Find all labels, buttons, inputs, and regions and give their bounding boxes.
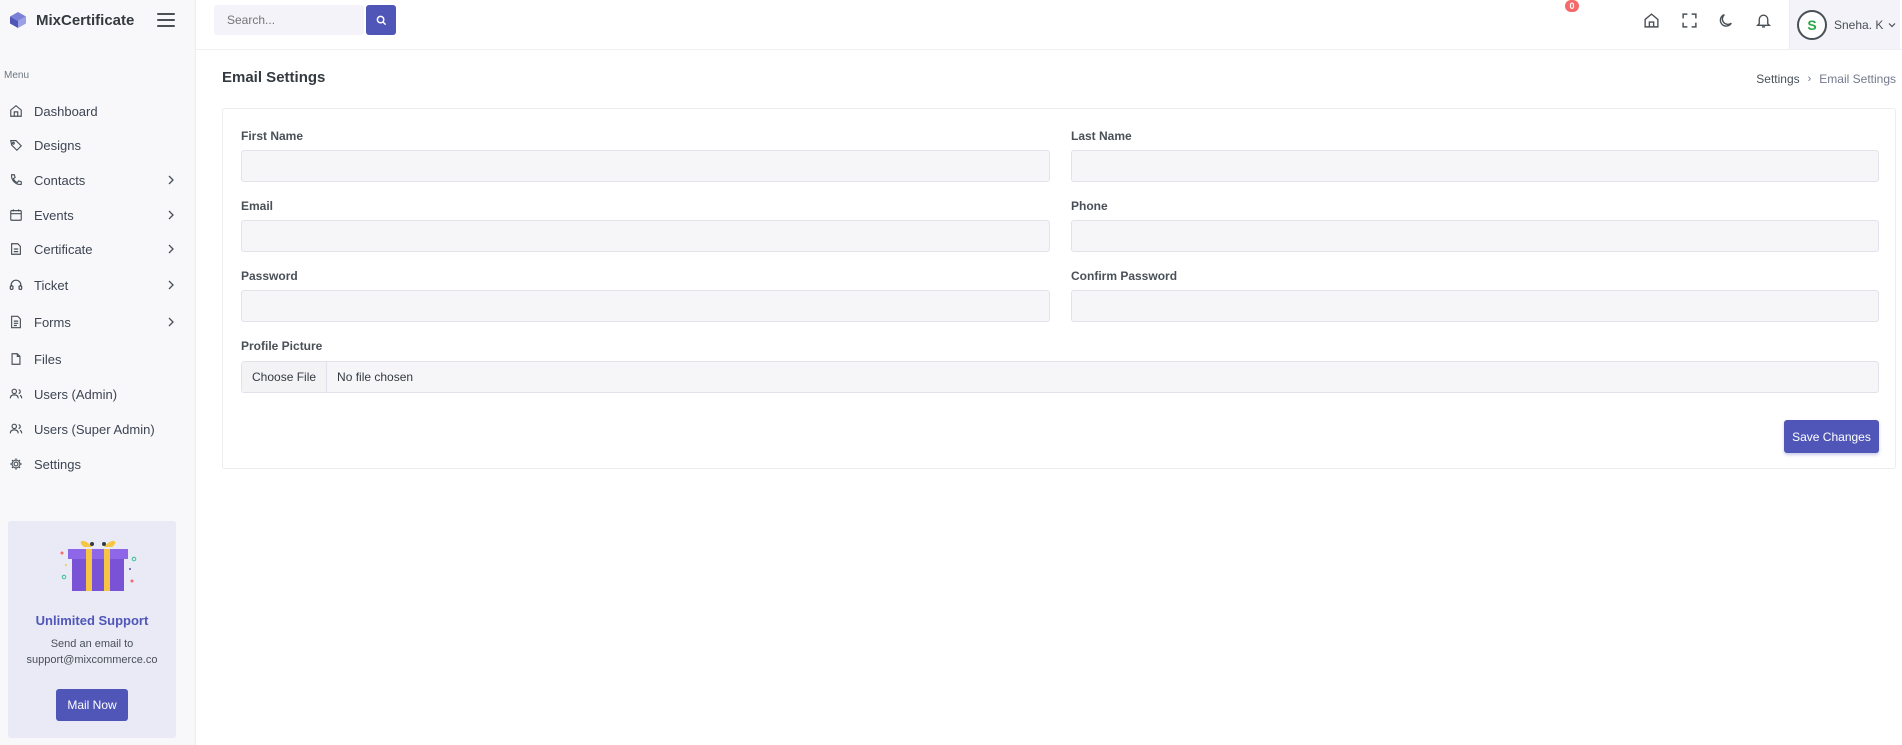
sidebar-item-users-admin[interactable]: Users (Admin) [0, 378, 196, 410]
topbar: 0 S Sneha. K [196, 0, 1902, 50]
sidebar-item-ticket[interactable]: Ticket [0, 269, 196, 301]
support-text-line1: Send an email to [50, 638, 134, 650]
chevron-right-icon [168, 244, 174, 254]
password-input[interactable] [241, 290, 1050, 322]
sidebar-item-contacts[interactable]: Contacts [0, 164, 196, 196]
phone-icon [8, 172, 24, 188]
support-text: Send an email to support@mixcommerce.co [8, 636, 176, 668]
sidebar-item-events[interactable]: Events [0, 199, 196, 231]
users-icon [8, 421, 24, 437]
chevron-down-icon [1888, 22, 1896, 27]
email-input[interactable] [241, 220, 1050, 252]
support-title: Unlimited Support [35, 613, 149, 628]
user-menu[interactable]: S Sneha. K [1789, 0, 1900, 49]
confirm-password-input[interactable] [1071, 290, 1879, 322]
sidebar-item-designs[interactable]: Designs [0, 129, 196, 161]
email-settings-card: First Name Last Name Email Phone Passwor… [222, 108, 1896, 469]
home-icon[interactable] [1640, 9, 1662, 31]
user-name: Sneha. K [1834, 17, 1884, 32]
brand: MixCertificate [0, 0, 195, 40]
search-box [214, 5, 364, 35]
brand-name: MixCertificate [36, 11, 135, 29]
menu-toggle-icon[interactable] [157, 13, 175, 27]
sidebar: MixCertificate Menu Dashboard Designs Co… [0, 0, 196, 745]
email-label: Email [241, 199, 274, 213]
password-label: Password [241, 269, 298, 283]
search-input[interactable] [214, 5, 354, 35]
bell-icon[interactable] [1752, 9, 1774, 31]
first-name-input[interactable] [241, 150, 1050, 182]
form-icon [8, 314, 24, 330]
document-icon [8, 241, 24, 257]
first-name-label: First Name [241, 129, 304, 143]
support-card: Unlimited Support Send an email to suppo… [8, 521, 176, 738]
sidebar-item-certificate[interactable]: Certificate [0, 233, 196, 265]
breadcrumb-item-settings[interactable]: Settings [1756, 72, 1799, 86]
choose-file-button[interactable]: Choose File [242, 362, 328, 392]
sidebar-item-label: Forms [34, 314, 71, 330]
sidebar-item-label: Contacts [34, 172, 86, 188]
notification-badge: 0 [1565, 0, 1579, 12]
phone-label: Phone [1071, 199, 1108, 213]
sidebar-item-label: Settings [34, 456, 81, 472]
search-icon [376, 15, 386, 25]
last-name-input[interactable] [1071, 150, 1879, 182]
logo-icon [10, 12, 26, 28]
gear-icon [8, 456, 24, 472]
last-name-label: Last Name [1071, 129, 1132, 143]
sidebar-item-label: Files [34, 351, 62, 367]
home-icon [8, 103, 24, 119]
breadcrumb: Settings › Email Settings [1756, 72, 1896, 86]
chevron-right-icon [168, 317, 174, 327]
sidebar-item-label: Dashboard [34, 103, 98, 119]
sidebar-item-label: Ticket [34, 277, 69, 293]
search-button[interactable] [366, 5, 396, 35]
sidebar-item-label: Designs [34, 137, 81, 153]
headset-icon [8, 277, 24, 293]
file-status: No file chosen [337, 370, 414, 384]
sidebar-item-label: Certificate [34, 241, 93, 257]
breadcrumb-item-current: Email Settings [1819, 72, 1896, 86]
fullscreen-icon[interactable] [1678, 9, 1700, 31]
support-email: support@mixcommerce.co [26, 654, 158, 666]
avatar: S [1797, 9, 1827, 40]
save-changes-button[interactable]: Save Changes [1784, 420, 1879, 453]
mail-now-button[interactable]: Mail Now [56, 689, 128, 721]
sidebar-item-dashboard[interactable]: Dashboard [0, 95, 196, 127]
chevron-right-icon [168, 280, 174, 290]
confirm-password-label: Confirm Password [1071, 269, 1178, 283]
file-icon [8, 351, 24, 367]
moon-icon[interactable] [1715, 9, 1737, 31]
sidebar-item-files[interactable]: Files [0, 343, 196, 375]
sidebar-item-label: Users (Super Admin) [34, 421, 155, 437]
chevron-right-icon [168, 210, 174, 220]
sidebar-item-settings[interactable]: Settings [0, 448, 196, 480]
sidebar-item-users-super-admin[interactable]: Users (Super Admin) [0, 413, 196, 445]
profile-picture-label: Profile Picture [241, 339, 323, 353]
breadcrumb-separator-icon: › [1807, 73, 1812, 85]
sidebar-item-label: Events [34, 207, 74, 223]
brush-icon [8, 137, 24, 153]
calendar-icon [8, 207, 24, 223]
users-icon [8, 386, 24, 402]
page-title: Email Settings [222, 69, 326, 86]
gift-icon [60, 540, 137, 591]
sidebar-item-label: Users (Admin) [34, 386, 118, 402]
chevron-right-icon [168, 175, 174, 185]
sidebar-item-forms[interactable]: Forms [0, 306, 196, 338]
phone-input[interactable] [1071, 220, 1879, 252]
profile-picture-file-input[interactable]: Choose File No file chosen [241, 361, 1879, 393]
